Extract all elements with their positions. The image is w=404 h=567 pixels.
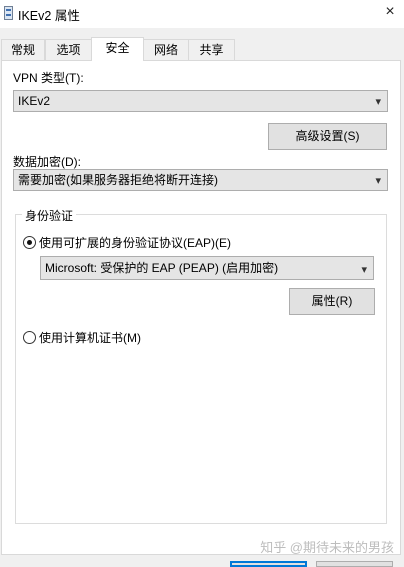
tab-sharing[interactable]: 共享 bbox=[188, 39, 235, 60]
eap-properties-button[interactable]: 属性(R) bbox=[289, 288, 375, 315]
security-panel: VPN 类型(T): IKEv2 ▾ 高级设置(S) 数据加密(D): 需要加密… bbox=[1, 60, 401, 555]
encryption-select[interactable]: 需要加密(如果服务器拒绝将断开连接) ▾ bbox=[13, 169, 388, 191]
eap-option-label[interactable]: 使用可扩展的身份验证协议(EAP)(E) bbox=[39, 234, 231, 251]
eap-method-select[interactable]: Microsoft: 受保护的 EAP (PEAP) (启用加密) ▾ bbox=[40, 256, 374, 280]
chevron-down-icon: ▾ bbox=[361, 264, 367, 276]
properties-dialog: 常规 选项 安全 网络 共享 VPN 类型(T): IKEv2 ▾ 高级设置(S… bbox=[0, 28, 404, 567]
watermark-text: 知乎 @期待未来的男孩 bbox=[260, 540, 394, 555]
tab-options[interactable]: 选项 bbox=[45, 39, 92, 60]
encryption-label: 数据加密(D): bbox=[13, 155, 81, 169]
tab-networking[interactable]: 网络 bbox=[143, 39, 189, 60]
chevron-down-icon: ▾ bbox=[375, 96, 381, 108]
vpn-type-label: VPN 类型(T): bbox=[13, 71, 84, 85]
title-bar: IKEv2 属性 × bbox=[0, 0, 404, 28]
machine-cert-radio[interactable] bbox=[23, 331, 36, 344]
eap-method-value: Microsoft: 受保护的 EAP (PEAP) (启用加密) bbox=[45, 261, 279, 275]
vpn-type-select[interactable]: IKEv2 ▾ bbox=[13, 90, 388, 112]
tab-strip: 常规 选项 安全 网络 共享 bbox=[0, 37, 404, 61]
tab-security[interactable]: 安全 bbox=[91, 37, 144, 61]
authentication-group-title: 身份验证 bbox=[22, 207, 77, 224]
advanced-settings-button[interactable]: 高级设置(S) bbox=[268, 123, 387, 150]
network-connection-icon bbox=[4, 6, 13, 20]
window-title: IKEv2 属性 bbox=[18, 9, 80, 23]
chevron-down-icon: ▾ bbox=[375, 175, 381, 187]
machine-cert-option-label[interactable]: 使用计算机证书(M) bbox=[39, 329, 141, 346]
tab-general[interactable]: 常规 bbox=[1, 39, 45, 60]
close-button[interactable]: × bbox=[376, 0, 404, 26]
vpn-type-value: IKEv2 bbox=[18, 94, 51, 108]
encryption-value: 需要加密(如果服务器拒绝将断开连接) bbox=[18, 173, 218, 187]
cancel-button[interactable] bbox=[316, 561, 393, 567]
ok-button[interactable] bbox=[230, 561, 307, 567]
eap-radio[interactable] bbox=[23, 236, 36, 249]
